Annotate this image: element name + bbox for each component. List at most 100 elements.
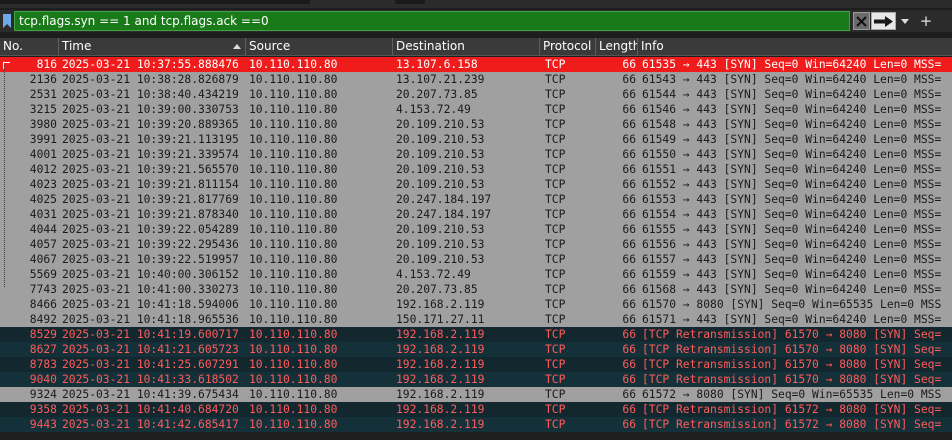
packet-row[interactable]: 8466 2025-03-21 10:41:18.594006 10.110.110… (0, 297, 952, 312)
packet-protocol: TCP (545, 118, 566, 131)
toolbar-shadow-left (0, 0, 310, 4)
packet-length: 66 (622, 103, 636, 116)
packet-source: 10.110.110.80 (249, 58, 338, 71)
packet-length: 66 (622, 88, 636, 101)
chevron-down-icon (901, 18, 909, 24)
packet-destination: 192.168.2.119 (396, 373, 485, 386)
conversation-tree-line (4, 65, 5, 287)
packet-row[interactable]: 4001 2025-03-21 10:39:21.339574 10.110.110… (0, 147, 952, 162)
packet-source: 10.110.110.80 (249, 223, 338, 236)
packet-info: 61551 → 443 [SYN] Seq=0 Win=64240 Len=0 … (642, 163, 942, 176)
packet-destination: 13.107.21.239 (396, 73, 485, 86)
packet-protocol: TCP (545, 208, 566, 221)
packet-number: 5569 (29, 268, 57, 281)
packet-protocol: TCP (545, 403, 566, 416)
packet-time: 2025-03-21 10:41:18.965536 (62, 313, 239, 326)
packet-number: 8529 (29, 328, 57, 341)
packet-number: 4067 (29, 253, 57, 266)
packet-protocol: TCP (545, 178, 566, 191)
packet-length: 66 (622, 223, 636, 236)
packet-row[interactable]: 4012 2025-03-21 10:39:21.565570 10.110.110… (0, 162, 952, 177)
packet-row[interactable]: 5569 2025-03-21 10:40:00.306152 10.110.110… (0, 267, 952, 282)
arrow-right-icon (874, 15, 893, 27)
packet-row[interactable]: 8529 2025-03-21 10:41:19.600717 10.110.110… (0, 327, 952, 342)
packet-info: 61572 → 8080 [SYN] Seq=0 Win=65535 Len=0… (642, 388, 942, 401)
packet-source: 10.110.110.80 (249, 88, 338, 101)
bookmark-icon[interactable] (2, 12, 12, 30)
packet-destination: 20.109.210.53 (396, 178, 485, 191)
packet-number: 2136 (29, 73, 57, 86)
display-filter-input[interactable]: tcp.flags.syn == 1 and tcp.flags.ack ==0 (14, 11, 850, 31)
packet-destination: 20.109.210.53 (396, 133, 485, 146)
packet-list: 816 2025-03-21 10:37:55.888476 10.110.110.… (0, 57, 952, 440)
packet-time: 2025-03-21 10:41:40.684720 (62, 403, 239, 416)
packet-time: 2025-03-21 10:39:00.330753 (62, 103, 239, 116)
packet-protocol: TCP (545, 103, 566, 116)
packet-row[interactable]: 9324 2025-03-21 10:41:39.675434 10.110.110… (0, 387, 952, 402)
packet-row[interactable]: 3980 2025-03-21 10:39:20.889365 10.110.110… (0, 117, 952, 132)
column-header-no[interactable]: No. (0, 38, 59, 55)
packet-row[interactable]: 3215 2025-03-21 10:39:00.330753 10.110.110… (0, 102, 952, 117)
packet-length: 66 (622, 403, 636, 416)
apply-filter-button[interactable] (871, 12, 896, 30)
packet-info: [TCP Retransmission] 61570 → 8080 [SYN] … (642, 373, 942, 386)
packet-info: 61554 → 443 [SYN] Seq=0 Win=64240 Len=0 … (642, 208, 942, 221)
packet-source: 10.110.110.80 (249, 103, 338, 116)
column-header-length[interactable]: Length (596, 38, 638, 55)
packet-info: 61543 → 443 [SYN] Seq=0 Win=64240 Len=0 … (642, 73, 942, 86)
add-filter-button[interactable]: + (918, 12, 934, 30)
packet-info: 61556 → 443 [SYN] Seq=0 Win=64240 Len=0 … (642, 238, 942, 251)
column-header-time[interactable]: Time (59, 38, 246, 55)
column-header-destination[interactable]: Destination (393, 38, 540, 55)
packet-row[interactable]: 9040 2025-03-21 10:41:33.618502 10.110.110… (0, 372, 952, 387)
packet-destination: 4.153.72.49 (396, 103, 471, 116)
packet-row[interactable]: 4031 2025-03-21 10:39:21.878340 10.110.110… (0, 207, 952, 222)
packet-row[interactable]: 8492 2025-03-21 10:41:18.965536 10.110.110… (0, 312, 952, 327)
packet-time: 2025-03-21 10:39:21.878340 (62, 208, 239, 221)
packet-row[interactable]: 8627 2025-03-21 10:41:21.605723 10.110.110… (0, 342, 952, 357)
packet-row[interactable]: 9358 2025-03-21 10:41:40.684720 10.110.110… (0, 402, 952, 417)
clear-filter-button[interactable] (853, 12, 870, 30)
packet-source: 10.110.110.80 (249, 283, 338, 296)
packet-destination: 192.168.2.119 (396, 388, 485, 401)
packet-protocol: TCP (545, 73, 566, 86)
packet-time: 2025-03-21 10:41:39.675434 (62, 388, 239, 401)
packet-row[interactable]: 7743 2025-03-21 10:41:00.330273 10.110.110… (0, 282, 952, 297)
packet-number: 8492 (29, 313, 57, 326)
packet-row[interactable]: 9443 2025-03-21 10:41:42.685417 10.110.110… (0, 417, 952, 432)
packet-length: 66 (622, 283, 636, 296)
packet-row[interactable]: 4067 2025-03-21 10:39:22.519957 10.110.110… (0, 252, 952, 267)
packet-number: 2531 (29, 88, 57, 101)
packet-info: [TCP Retransmission] 61572 → 8080 [SYN] … (642, 403, 942, 416)
display-filter-bar: tcp.flags.syn == 1 and tcp.flags.ack ==0… (0, 10, 952, 32)
packet-row[interactable]: 8783 2025-03-21 10:41:25.607291 10.110.110… (0, 357, 952, 372)
column-header-info[interactable]: Info (638, 38, 952, 55)
packet-row[interactable]: 4044 2025-03-21 10:39:22.054289 10.110.110… (0, 222, 952, 237)
filter-dropdown-button[interactable] (899, 12, 911, 30)
packet-length: 66 (622, 418, 636, 431)
packet-length: 66 (622, 238, 636, 251)
packet-time: 2025-03-21 10:39:21.339574 (62, 148, 239, 161)
packet-number: 4012 (29, 163, 57, 176)
packet-row[interactable]: 2136 2025-03-21 10:38:28.826879 10.110.110… (0, 72, 952, 87)
column-header-protocol[interactable]: Protocol (540, 38, 596, 55)
packet-length: 66 (622, 118, 636, 131)
column-header-source[interactable]: Source (246, 38, 393, 55)
packet-row[interactable]: 816 2025-03-21 10:37:55.888476 10.110.110.… (0, 57, 952, 72)
packet-time: 2025-03-21 10:39:20.889365 (62, 118, 239, 131)
packet-source: 10.110.110.80 (249, 73, 338, 86)
packet-info: 61549 → 443 [SYN] Seq=0 Win=64240 Len=0 … (642, 133, 942, 146)
packet-source: 10.110.110.80 (249, 133, 338, 146)
packet-destination: 20.207.73.85 (396, 88, 478, 101)
packet-time: 2025-03-21 10:39:21.113195 (62, 133, 239, 146)
packet-row[interactable]: 4025 2025-03-21 10:39:21.817769 10.110.110… (0, 192, 952, 207)
packet-row[interactable]: 2531 2025-03-21 10:38:40.434219 10.110.110… (0, 87, 952, 102)
packet-destination: 20.109.210.53 (396, 163, 485, 176)
packet-row[interactable]: 4057 2025-03-21 10:39:22.295436 10.110.110… (0, 237, 952, 252)
packet-length: 66 (622, 163, 636, 176)
packet-destination: 4.153.72.49 (396, 268, 471, 281)
packet-source: 10.110.110.80 (249, 193, 338, 206)
packet-row[interactable]: 3991 2025-03-21 10:39:21.113195 10.110.110… (0, 132, 952, 147)
packet-row[interactable]: 4023 2025-03-21 10:39:21.811154 10.110.110… (0, 177, 952, 192)
packet-number: 4001 (29, 148, 57, 161)
